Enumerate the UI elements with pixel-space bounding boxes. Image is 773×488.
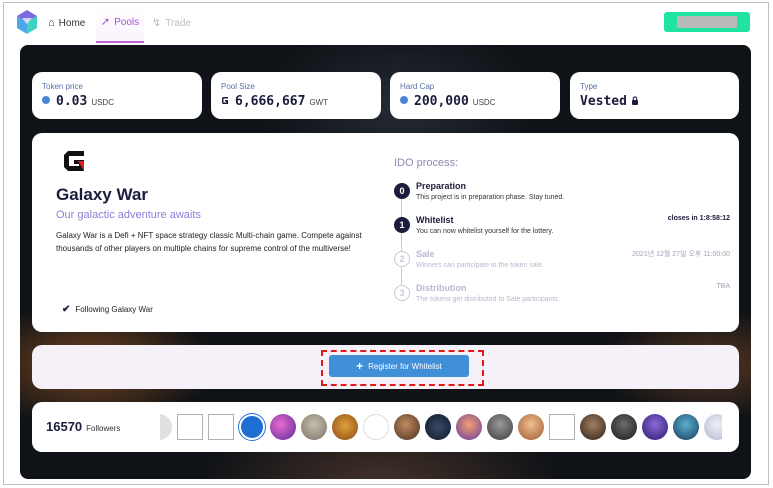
step-date: 2021년 12월 27일 오후 11:00:00 (632, 251, 730, 258)
ido-step-distribution: 3 Distribution The tokens get distribute… (394, 283, 734, 315)
galaxy-war-icon (222, 97, 228, 104)
stat-label: Type (580, 82, 598, 91)
stat-hard-cap: Hard Cap 200,000 USDC (390, 72, 560, 119)
checkmark-icon: ✔ (62, 304, 71, 315)
coin-icon (42, 96, 50, 104)
stat-type: Type Vested (570, 72, 739, 119)
chart-icon: ➚ (100, 15, 111, 28)
stat-pool-size: Pool Size 6,666,667 GWT (211, 72, 381, 119)
step-number: 2 (394, 251, 410, 267)
avatar[interactable] (270, 414, 296, 440)
stat-value: Vested (580, 94, 627, 109)
avatar[interactable] (487, 414, 513, 440)
step-name: Preparation (416, 181, 467, 191)
app-logo[interactable] (16, 10, 38, 34)
follow-label: Following Galaxy War (75, 305, 153, 314)
step-number: 0 (394, 183, 410, 199)
avatar[interactable] (580, 414, 606, 440)
stat-token-price: Token price 0.03 USDC (32, 72, 202, 119)
step-name: Distribution (416, 283, 467, 293)
step-description: Winners can participate in the token sal… (416, 262, 545, 269)
avatar[interactable] (673, 414, 699, 440)
avatar[interactable] (239, 414, 265, 440)
pool-detail-background: Token price 0.03 USDC Pool Size 6,666,66… (20, 45, 751, 479)
project-description: Galaxy War is a Defi + NFT space strateg… (56, 231, 362, 253)
avatar[interactable] (549, 414, 575, 440)
register-bar: + Register for Whitelist (32, 345, 739, 389)
stat-label: Token price (42, 82, 83, 91)
step-name: Whitelist (416, 215, 454, 225)
stat-value: 0.03 (56, 94, 88, 109)
followers-bar: 16570 Followers (32, 402, 739, 452)
step-description: This project is in preparation phase. St… (416, 194, 565, 201)
top-nav: ⌂ Home ➚ Pools ↯ Trade (4, 3, 768, 43)
nav-pools-label: Pools (114, 16, 140, 28)
step-number: 1 (394, 217, 410, 233)
plus-icon: + (356, 359, 364, 373)
register-button-label: Register for Whitelist (368, 361, 442, 371)
project-card: Galaxy War Our galactic adventure awaits… (32, 133, 739, 332)
lock-icon (631, 96, 638, 105)
step-description: The tokens get distributed to Sale parti… (416, 296, 560, 303)
avatar[interactable] (160, 414, 172, 440)
stat-unit: USDC (472, 98, 496, 107)
stat-unit: GWT (309, 98, 329, 107)
project-tagline: Our galactic adventure awaits (56, 209, 201, 221)
app-window: ⌂ Home ➚ Pools ↯ Trade Token price 0.03 … (3, 2, 769, 485)
avatar[interactable] (518, 414, 544, 440)
home-icon: ⌂ (48, 16, 55, 29)
nav-home-label: Home (58, 17, 86, 29)
avatar[interactable] (177, 414, 203, 440)
stat-label: Hard Cap (400, 82, 435, 91)
account-button[interactable] (664, 12, 750, 32)
avatar[interactable] (425, 414, 451, 440)
avatar[interactable] (704, 414, 722, 440)
avatar[interactable] (642, 414, 668, 440)
stat-unit: USDC (91, 98, 114, 107)
followers-count: 16570 (46, 419, 83, 434)
galaxy-war-logo (64, 151, 84, 171)
ido-step-whitelist: 1 Whitelist You can now whitelist yourse… (394, 215, 734, 247)
bolt-icon: ↯ (152, 16, 162, 29)
ido-step-sale: 2 Sale Winners can participate in the to… (394, 249, 734, 281)
ido-step-preparation: 0 Preparation This project is in prepara… (394, 181, 734, 213)
stat-label: Pool Size (221, 82, 255, 91)
followers-avatars (160, 408, 722, 446)
avatar[interactable] (363, 414, 389, 440)
account-address-redacted (677, 16, 737, 28)
avatar[interactable] (208, 414, 234, 440)
avatar[interactable] (301, 414, 327, 440)
project-title: Galaxy War (56, 185, 148, 204)
step-description: You can now whitelist yourself for the l… (416, 228, 554, 235)
avatar[interactable] (394, 414, 420, 440)
nav-trade[interactable]: ↯ Trade (152, 3, 191, 43)
step-countdown: closes in 1:8:58:12 (667, 215, 730, 222)
nav-pools[interactable]: ➚ Pools (96, 3, 144, 43)
nav-trade-label: Trade (165, 17, 191, 29)
stat-value: 6,666,667 (235, 94, 306, 109)
ido-process-title: IDO process: (394, 157, 459, 169)
followers-label: Followers (86, 424, 121, 433)
avatar[interactable] (332, 414, 358, 440)
step-name: Sale (416, 249, 435, 259)
avatar[interactable] (611, 414, 637, 440)
step-number: 3 (394, 285, 410, 301)
register-whitelist-button[interactable]: + Register for Whitelist (329, 355, 469, 377)
nav-home[interactable]: ⌂ Home (48, 3, 85, 43)
avatar[interactable] (456, 414, 482, 440)
step-date: TBA (716, 283, 730, 290)
coin-icon (400, 96, 408, 104)
stat-value: 200,000 (414, 94, 469, 109)
follow-toggle[interactable]: ✔ Following Galaxy War (62, 304, 153, 315)
